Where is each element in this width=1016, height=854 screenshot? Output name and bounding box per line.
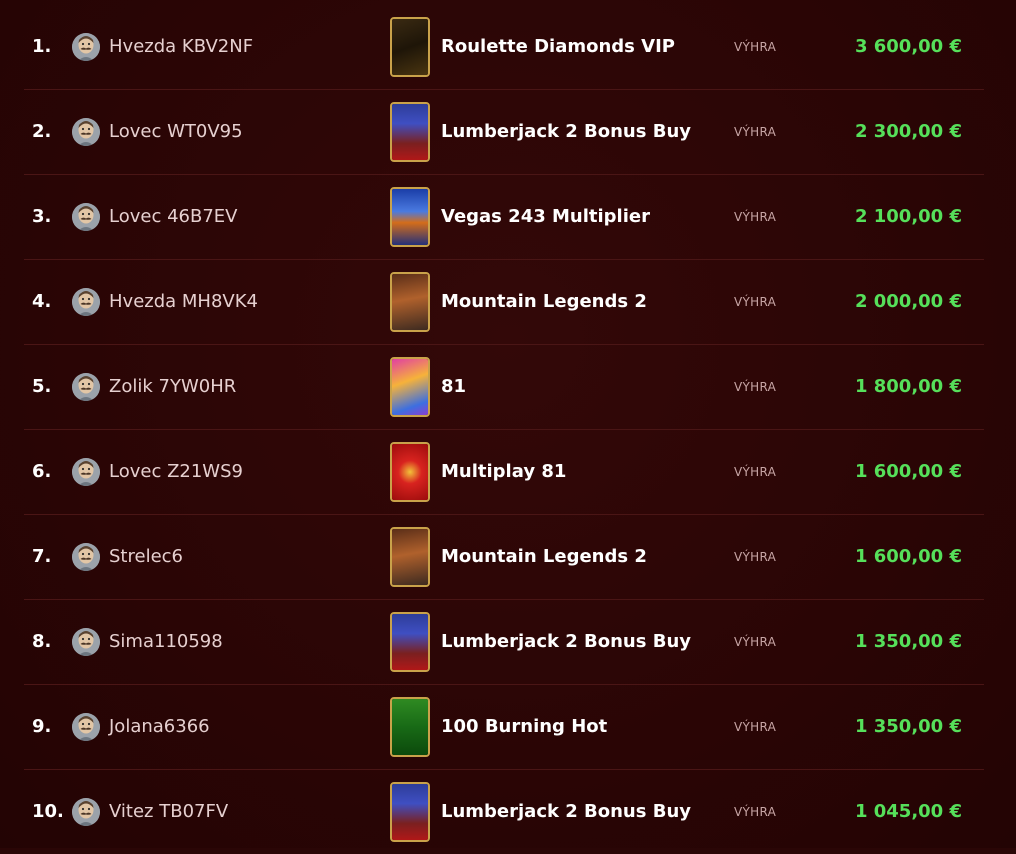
player-name: Lovec Z21WS9: [109, 461, 243, 482]
rank-number: 3.: [32, 206, 52, 227]
win-amount: 3 600,00 €: [854, 36, 962, 57]
winner-row[interactable]: 7. Strelec6 Mountain Legends 2 VÝHRA 1 6…: [24, 515, 984, 600]
game-thumbnail-vegas[interactable]: [390, 187, 430, 247]
mustache-avatar-icon: [72, 203, 100, 231]
game-title[interactable]: Vegas 243 Multiplier: [441, 175, 650, 259]
win-amount: 2 000,00 €: [854, 291, 962, 312]
game-title[interactable]: Lumberjack 2 Bonus Buy: [441, 600, 691, 684]
mustache-avatar-icon: [72, 458, 100, 486]
game-title[interactable]: Mountain Legends 2: [441, 260, 647, 344]
mustache-avatar-icon: [72, 118, 100, 146]
win-amount: 2 100,00 €: [854, 206, 962, 227]
rank-number: 6.: [32, 461, 52, 482]
game-title[interactable]: Lumberjack 2 Bonus Buy: [441, 770, 691, 854]
game-thumbnail-lumber[interactable]: [390, 782, 430, 842]
win-label: VÝHRA: [734, 125, 777, 139]
rank-number: 9.: [32, 716, 52, 737]
rank-number: 10.: [32, 801, 64, 822]
game-thumbnail-mountain[interactable]: [390, 272, 430, 332]
mustache-avatar-icon: [72, 798, 100, 826]
winner-row[interactable]: 3. Lovec 46B7EV Vegas 243 Multiplier VÝH…: [24, 175, 984, 260]
winner-row[interactable]: 8. Sima110598 Lumberjack 2 Bonus Buy VÝH…: [24, 600, 984, 685]
player-name: Zolik 7YW0HR: [109, 376, 237, 397]
win-amount: 1 350,00 €: [854, 716, 962, 737]
player-name: Hvezda KBV2NF: [109, 36, 254, 57]
player-name: Vitez TB07FV: [109, 801, 229, 822]
win-amount: 1 350,00 €: [854, 631, 962, 652]
winner-row[interactable]: 5. Zolik 7YW0HR 81 VÝHRA 1 800,00 €: [24, 345, 984, 430]
win-label: VÝHRA: [734, 720, 777, 734]
game-thumbnail-burning[interactable]: [390, 697, 430, 757]
game-thumbnail-multi[interactable]: [390, 442, 430, 502]
win-amount: 1 800,00 €: [854, 376, 962, 397]
win-label: VÝHRA: [734, 380, 777, 394]
winner-row[interactable]: 2. Lovec WT0V95 Lumberjack 2 Bonus Buy V…: [24, 90, 984, 175]
game-title[interactable]: Roulette Diamonds VIP: [441, 5, 675, 89]
game-title[interactable]: 81: [441, 345, 466, 429]
player-name: Hvezda MH8VK4: [109, 291, 258, 312]
player-name: Jolana6366: [109, 716, 210, 737]
game-thumbnail-mountain[interactable]: [390, 527, 430, 587]
win-label: VÝHRA: [734, 40, 777, 54]
rank-number: 1.: [32, 36, 52, 57]
win-amount: 1 600,00 €: [854, 461, 962, 482]
mustache-avatar-icon: [72, 628, 100, 656]
mustache-avatar-icon: [72, 33, 100, 61]
win-label: VÝHRA: [734, 550, 777, 564]
mustache-avatar-icon: [72, 543, 100, 571]
game-title[interactable]: Lumberjack 2 Bonus Buy: [441, 90, 691, 174]
winner-row[interactable]: 10. Vitez TB07FV Lumberjack 2 Bonus Buy …: [24, 770, 984, 854]
player-name: Sima110598: [109, 631, 223, 652]
rank-number: 4.: [32, 291, 52, 312]
winner-row[interactable]: 6. Lovec Z21WS9 Multiplay 81 VÝHRA 1 600…: [24, 430, 984, 515]
player-name: Lovec WT0V95: [109, 121, 243, 142]
win-label: VÝHRA: [734, 210, 777, 224]
game-title[interactable]: 100 Burning Hot: [441, 685, 607, 769]
rank-number: 5.: [32, 376, 52, 397]
win-label: VÝHRA: [734, 635, 777, 649]
game-title[interactable]: Mountain Legends 2: [441, 515, 647, 599]
rank-number: 2.: [32, 121, 52, 142]
win-amount: 2 300,00 €: [854, 121, 962, 142]
win-label: VÝHRA: [734, 805, 777, 819]
game-thumbnail-lumber[interactable]: [390, 102, 430, 162]
win-amount: 1 045,00 €: [854, 801, 962, 822]
win-label: VÝHRA: [734, 465, 777, 479]
game-thumbnail-lumber[interactable]: [390, 612, 430, 672]
win-label: VÝHRA: [734, 295, 777, 309]
mustache-avatar-icon: [72, 288, 100, 316]
winner-row[interactable]: 4. Hvezda MH8VK4 Mountain Legends 2 VÝHR…: [24, 260, 984, 345]
mustache-avatar-icon: [72, 713, 100, 741]
rank-number: 8.: [32, 631, 52, 652]
player-name: Lovec 46B7EV: [109, 206, 238, 227]
winner-row[interactable]: 1. Hvezda KBV2NF Roulette Diamonds VIP V…: [24, 5, 984, 90]
game-title[interactable]: Multiplay 81: [441, 430, 566, 514]
winner-row[interactable]: 9. Jolana6366 100 Burning Hot VÝHRA 1 35…: [24, 685, 984, 770]
winners-list: 1. Hvezda KBV2NF Roulette Diamonds VIP V…: [24, 5, 984, 854]
win-amount: 1 600,00 €: [854, 546, 962, 567]
game-thumbnail-81[interactable]: [390, 357, 430, 417]
player-name: Strelec6: [109, 546, 183, 567]
game-thumbnail-roulette[interactable]: [390, 17, 430, 77]
rank-number: 7.: [32, 546, 52, 567]
mustache-avatar-icon: [72, 373, 100, 401]
